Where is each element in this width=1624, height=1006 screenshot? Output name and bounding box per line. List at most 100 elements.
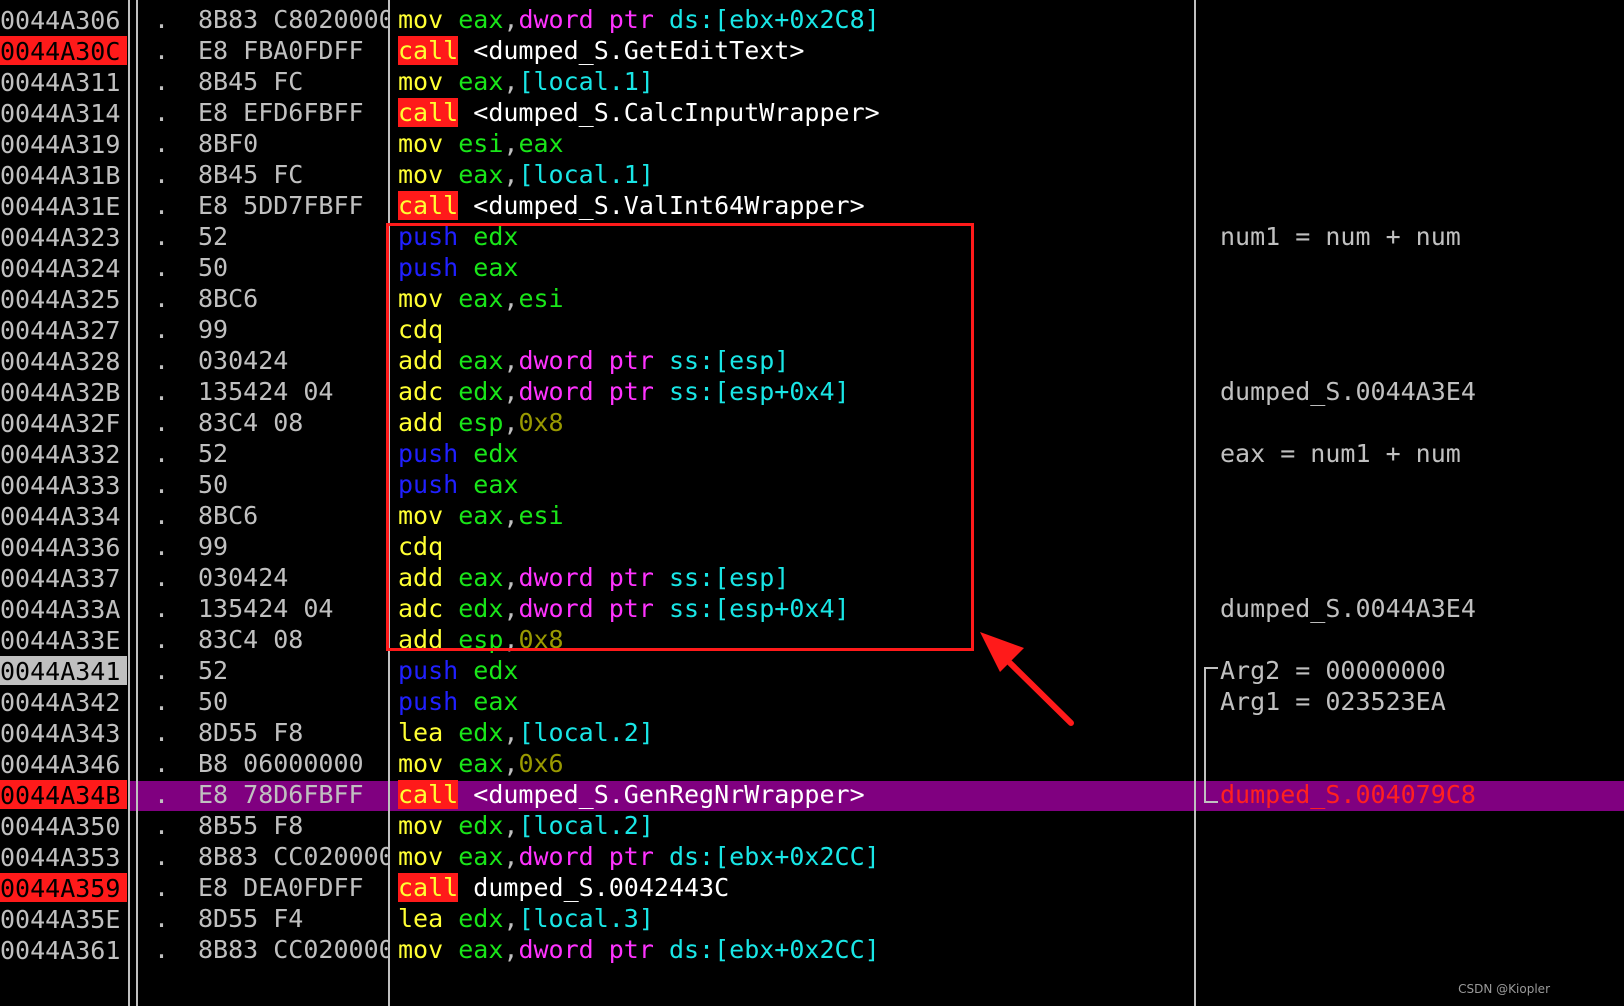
instruction[interactable]: mov esi,eax — [398, 128, 564, 159]
instruction[interactable]: push edx — [398, 438, 518, 469]
opcode-bytes[interactable]: 8D55 F8 — [198, 717, 390, 748]
instruction[interactable]: cdq — [398, 531, 443, 562]
disasm-row[interactable]: 0044A33E. 83C4 08 add esp,0x8 — [0, 624, 1624, 655]
disasm-row[interactable]: 0044A333. 50 push eax — [0, 469, 1624, 500]
opcode-bytes[interactable]: 135424 04 — [198, 376, 390, 407]
address-cell[interactable]: 0044A342 — [0, 687, 127, 717]
comment[interactable]: Arg1 = 023523EA — [1220, 686, 1446, 717]
disasm-row[interactable]: 0044A359. E8 DEA0FDFF call dumped_S.004244… — [0, 872, 1624, 903]
disasm-row[interactable]: 0044A32B. 135424 04 adc edx,dword ptr ss:[… — [0, 376, 1624, 407]
disasm-row[interactable]: 0044A33A. 135424 04 adc edx,dword ptr ss:[… — [0, 593, 1624, 624]
disasm-row[interactable]: 0044A314. E8 EFD6FBFF call <dumped_S.CalcI… — [0, 97, 1624, 128]
opcode-bytes[interactable]: B8 06000000 — [198, 748, 390, 779]
instruction[interactable]: call dumped_S.0042443C — [398, 872, 729, 903]
disasm-row[interactable]: 0044A327. 99 cdq — [0, 314, 1624, 345]
address-cell[interactable]: 0044A34B — [0, 780, 127, 810]
disasm-row[interactable]: 0044A337. 030424 add eax,dword ptr ss:[esp… — [0, 562, 1624, 593]
instruction[interactable]: adc edx,dword ptr ss:[esp+0x4] — [398, 376, 850, 407]
address-cell[interactable]: 0044A337 — [0, 563, 127, 593]
instruction[interactable]: add eax,dword ptr ss:[esp] — [398, 345, 789, 376]
opcode-bytes[interactable]: 8B45 FC — [198, 66, 390, 97]
opcode-bytes[interactable]: 030424 — [198, 562, 390, 593]
disasm-row[interactable]: 0044A319. 8BF0 mov esi,eax — [0, 128, 1624, 159]
instruction[interactable]: mov eax,esi — [398, 283, 564, 314]
address-cell[interactable]: 0044A324 — [0, 253, 127, 283]
instruction[interactable]: mov eax,dword ptr ds:[ebx+0x2CC] — [398, 841, 880, 872]
opcode-bytes[interactable]: E8 EFD6FBFF — [198, 97, 390, 128]
disasm-row[interactable]: 0044A30C. E8 FBA0FDFF call <dumped_S.GetEd… — [0, 35, 1624, 66]
disasm-row[interactable]: 0044A336. 99 cdq — [0, 531, 1624, 562]
disassembly-view[interactable]: 0044A306. 8B83 C8020000 mov eax,dword ptr … — [0, 0, 1624, 1006]
opcode-bytes[interactable]: 83C4 08 — [198, 407, 390, 438]
column-divider-comments[interactable] — [1194, 0, 1196, 1006]
address-cell[interactable]: 0044A346 — [0, 749, 127, 779]
opcode-bytes[interactable]: 52 — [198, 655, 390, 686]
address-cell[interactable]: 0044A31B — [0, 160, 127, 190]
opcode-bytes[interactable]: 135424 04 — [198, 593, 390, 624]
instruction[interactable]: lea edx,[local.3] — [398, 903, 654, 934]
opcode-bytes[interactable]: 50 — [198, 252, 390, 283]
opcode-bytes[interactable]: E8 5DD7FBFF — [198, 190, 390, 221]
address-cell[interactable]: 0044A311 — [0, 67, 127, 97]
column-divider-bytes[interactable] — [136, 0, 138, 1006]
disasm-row[interactable]: 0044A31E. E8 5DD7FBFF call <dumped_S.ValIn… — [0, 190, 1624, 221]
address-cell[interactable]: 0044A33A — [0, 594, 127, 624]
opcode-bytes[interactable]: 50 — [198, 469, 390, 500]
disasm-row[interactable]: 0044A325. 8BC6 mov eax,esi — [0, 283, 1624, 314]
address-cell[interactable]: 0044A359 — [0, 873, 127, 903]
disasm-row[interactable]: 0044A324. 50 push eax — [0, 252, 1624, 283]
address-cell[interactable]: 0044A319 — [0, 129, 127, 159]
instruction[interactable]: mov edx,[local.2] — [398, 810, 654, 841]
address-cell[interactable]: 0044A343 — [0, 718, 127, 748]
disasm-row[interactable]: 0044A311. 8B45 FC mov eax,[local.1] — [0, 66, 1624, 97]
instruction[interactable]: mov eax,[local.1] — [398, 159, 654, 190]
instruction[interactable]: add eax,dword ptr ss:[esp] — [398, 562, 789, 593]
instruction[interactable]: push edx — [398, 221, 518, 252]
instruction[interactable]: mov eax,dword ptr ds:[ebx+0x2CC] — [398, 934, 880, 965]
opcode-bytes[interactable]: 8BC6 — [198, 500, 390, 531]
instruction[interactable]: call <dumped_S.GetEditText> — [398, 35, 804, 66]
disasm-row[interactable]: 0044A323. 52 push edx num1 = num + num — [0, 221, 1624, 252]
address-cell[interactable]: 0044A30C — [0, 36, 127, 66]
disasm-row[interactable]: 0044A306. 8B83 C8020000 mov eax,dword ptr … — [0, 4, 1624, 35]
column-divider-address[interactable] — [128, 0, 130, 1006]
instruction[interactable]: push eax — [398, 686, 518, 717]
address-cell[interactable]: 0044A314 — [0, 98, 127, 128]
disasm-row[interactable]: 0044A353. 8B83 CC020000 mov eax,dword ptr … — [0, 841, 1624, 872]
opcode-bytes[interactable]: 8BC6 — [198, 283, 390, 314]
instruction[interactable]: call <dumped_S.CalcInputWrapper> — [398, 97, 880, 128]
address-cell[interactable]: 0044A332 — [0, 439, 127, 469]
address-cell[interactable]: 0044A32B — [0, 377, 127, 407]
instruction[interactable]: adc edx,dword ptr ss:[esp+0x4] — [398, 593, 850, 624]
comment[interactable]: eax = num1 + num — [1220, 438, 1461, 469]
opcode-bytes[interactable]: 030424 — [198, 345, 390, 376]
comment[interactable]: num1 = num + num — [1220, 221, 1461, 252]
address-cell[interactable]: 0044A361 — [0, 935, 127, 965]
disasm-row[interactable]: 0044A332. 52 push edx eax = num1 + num — [0, 438, 1624, 469]
disasm-row[interactable]: 0044A346. B8 06000000 mov eax,0x6 — [0, 748, 1624, 779]
disasm-row[interactable]: 0044A342. 50 push eax Arg1 = 023523EA — [0, 686, 1624, 717]
comment[interactable]: Arg2 = 00000000 — [1220, 655, 1446, 686]
opcode-bytes[interactable]: 8B83 CC020000 — [198, 934, 390, 965]
opcode-bytes[interactable]: E8 FBA0FDFF — [198, 35, 390, 66]
disasm-row[interactable]: 0044A32F. 83C4 08 add esp,0x8 — [0, 407, 1624, 438]
instruction[interactable]: lea edx,[local.2] — [398, 717, 654, 748]
address-cell[interactable]: 0044A353 — [0, 842, 127, 872]
instruction[interactable]: add esp,0x8 — [398, 407, 564, 438]
opcode-bytes[interactable]: E8 DEA0FDFF — [198, 872, 390, 903]
disasm-row[interactable]: 0044A343. 8D55 F8 lea edx,[local.2] — [0, 717, 1624, 748]
opcode-bytes[interactable]: 52 — [198, 221, 390, 252]
address-cell[interactable]: 0044A327 — [0, 315, 127, 345]
disasm-row[interactable]: 0044A328. 030424 add eax,dword ptr ss:[esp… — [0, 345, 1624, 376]
instruction[interactable]: mov eax,0x6 — [398, 748, 564, 779]
instruction[interactable]: push eax — [398, 469, 518, 500]
instruction[interactable]: mov eax,dword ptr ds:[ebx+0x2C8] — [398, 4, 880, 35]
opcode-bytes[interactable]: 8B83 CC020000 — [198, 841, 390, 872]
comment[interactable]: dumped_S.004079C8 — [1220, 779, 1476, 810]
address-cell[interactable]: 0044A35E — [0, 904, 127, 934]
opcode-bytes[interactable]: 8B45 FC — [198, 159, 390, 190]
opcode-bytes[interactable]: 83C4 08 — [198, 624, 390, 655]
disasm-row[interactable]: 0044A35E. 8D55 F4 lea edx,[local.3] — [0, 903, 1624, 934]
address-cell[interactable]: 0044A328 — [0, 346, 127, 376]
opcode-bytes[interactable]: 52 — [198, 438, 390, 469]
